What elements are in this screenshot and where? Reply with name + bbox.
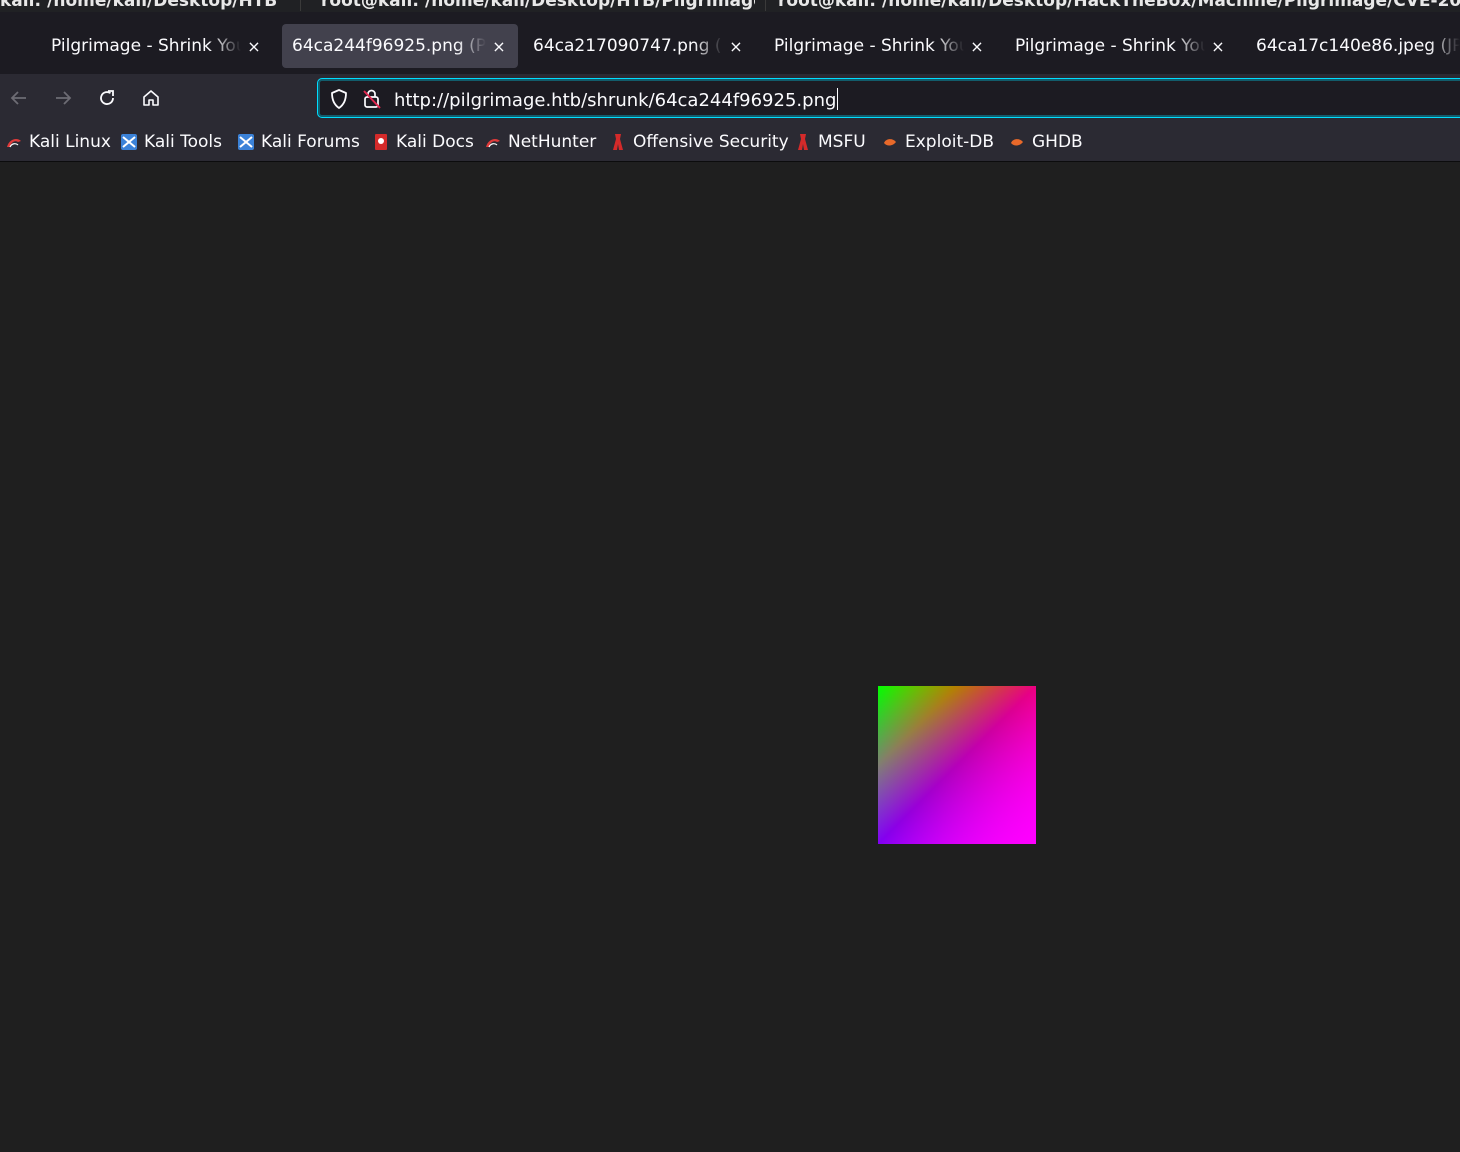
tab-title: Pilgrimage - Shrink Your [774, 36, 964, 56]
close-tab-icon[interactable]: × [727, 37, 745, 56]
offsec-icon [613, 134, 623, 150]
bookmark-offensive-security[interactable]: Offensive Security [609, 130, 789, 154]
terminal-tab[interactable]: kali: /home/kali/Desktop/HTB [0, 0, 290, 11]
kali-forums-icon [238, 134, 254, 150]
terminal-tab[interactable]: root@kali: /home/kali/Desktop/HTB/Pilgri… [300, 0, 755, 11]
navigation-toolbar: http://pilgrimage.htb/shrunk/64ca244f969… [0, 74, 1460, 122]
tab-title: Pilgrimage - Shrink Your [1015, 36, 1205, 56]
tab-title: Pilgrimage - Shrink Your [51, 36, 241, 56]
bookmark-kali-forums[interactable]: Kali Forums [237, 130, 360, 154]
back-button[interactable] [5, 84, 33, 112]
bookmark-label: Offensive Security [633, 132, 789, 152]
bookmark-ghdb[interactable]: GHDB [1008, 130, 1083, 154]
reload-icon [100, 90, 114, 105]
tab-title: 64ca17c140e86.jpeg (JPE [1256, 36, 1460, 56]
bookmark-label: Kali Linux [29, 132, 111, 152]
browser-tab[interactable]: 64ca17c140e86.jpeg (JPE [1246, 24, 1460, 68]
url-bar[interactable]: http://pilgrimage.htb/shrunk/64ca244f969… [317, 78, 1460, 118]
bookmark-exploit-db[interactable]: Exploit-DB [881, 130, 994, 154]
text-caret [837, 88, 839, 110]
bookmark-kali-linux[interactable]: Kali Linux [5, 130, 111, 154]
kali-tools-icon [121, 134, 137, 150]
exploit-db-icon [1011, 139, 1023, 146]
kali-dragon-icon [7, 139, 21, 148]
tab-title: 64ca244f96925.png (PNG [292, 36, 486, 56]
url-text: http://pilgrimage.htb/shrunk/64ca244f969… [394, 88, 839, 111]
bookmark-nethunter[interactable]: NetHunter [484, 130, 596, 154]
bookmark-label: NetHunter [508, 132, 597, 152]
bookmark-label: Kali Tools [144, 132, 222, 152]
browser-tab[interactable]: Pilgrimage - Shrink Your × [764, 24, 996, 68]
browser-tab[interactable]: Pilgrimage - Shrink Your × [1005, 24, 1237, 68]
browser-tab[interactable]: 64ca217090747.png (PNG × [523, 24, 755, 68]
bookmarks-toolbar: Kali Linux Kali Tools Kali Forums Kali D… [0, 122, 1460, 162]
offsec-icon [798, 134, 808, 150]
bookmark-label: MSFU [818, 132, 866, 152]
bookmark-label: GHDB [1032, 132, 1083, 152]
insecure-lock-icon[interactable] [361, 88, 383, 110]
tab-title: 64ca217090747.png (PNG [533, 36, 723, 56]
close-tab-icon[interactable]: × [1209, 37, 1227, 56]
displayed-image[interactable] [878, 686, 1036, 844]
close-tab-icon[interactable]: × [968, 37, 986, 56]
url-value: http://pilgrimage.htb/shrunk/64ca244f969… [394, 90, 837, 111]
terminal-tab-strip: kali: /home/kali/Desktop/HTB root@kali: … [0, 0, 1460, 12]
home-button[interactable] [137, 84, 165, 112]
close-tab-icon[interactable]: × [490, 37, 508, 56]
bookmark-label: Exploit-DB [905, 132, 994, 152]
home-icon [143, 90, 159, 106]
close-tab-icon[interactable]: × [245, 37, 263, 56]
terminal-tab[interactable]: root@kali: /home/kali/Desktop/HackTheBox… [765, 0, 1460, 11]
forward-arrow-icon [56, 91, 72, 105]
tracking-protection-shield-icon[interactable] [328, 88, 350, 110]
forward-button[interactable] [49, 84, 77, 112]
bookmark-kali-docs[interactable]: Kali Docs [372, 130, 474, 154]
browser-tab-active[interactable]: 64ca244f96925.png (PNG × [282, 24, 518, 68]
browser-tab[interactable]: Pilgrimage - Shrink Your × [41, 24, 273, 68]
exploit-db-icon [884, 139, 896, 146]
bookmark-label: Kali Docs [396, 132, 474, 152]
reload-button[interactable] [93, 84, 121, 112]
browser-tab-strip: Pilgrimage - Shrink Your × 64ca244f96925… [0, 12, 1460, 74]
back-arrow-icon [10, 91, 26, 105]
bookmark-kali-tools[interactable]: Kali Tools [120, 130, 222, 154]
bookmark-label: Kali Forums [261, 132, 360, 152]
bookmark-msfu[interactable]: MSFU [794, 130, 866, 154]
kali-dragon-icon [486, 139, 500, 148]
kali-docs-icon [375, 134, 387, 150]
